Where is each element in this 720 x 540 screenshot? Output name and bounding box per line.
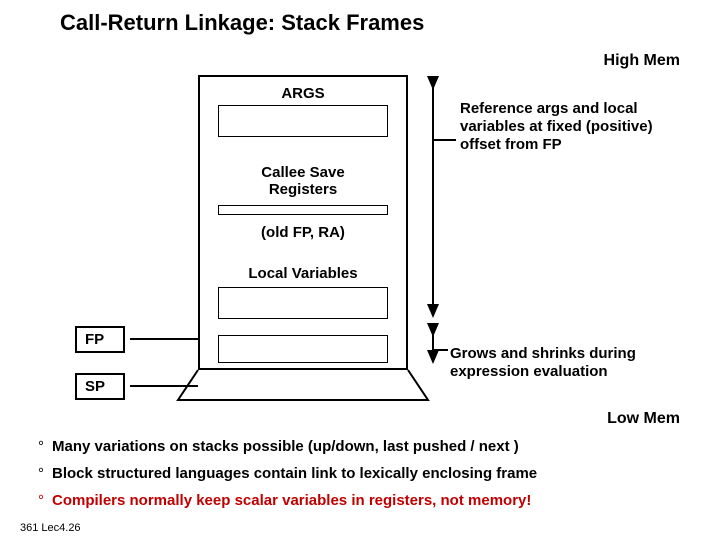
note-grows: Grows and shrinks during expression eval… xyxy=(450,345,690,381)
bullet-2: °Block structured languages contain link… xyxy=(38,465,690,482)
page-title: Call-Return Linkage: Stack Frames xyxy=(60,10,424,36)
fp-pointer-line xyxy=(130,338,198,340)
low-mem-label: Low Mem xyxy=(607,410,680,428)
args-label: ARGS xyxy=(200,85,406,102)
high-mem-label: High Mem xyxy=(604,52,680,70)
slide-footer: 361 Lec4.26 xyxy=(20,522,81,534)
callee-save-label: Callee Save Registers xyxy=(200,164,406,199)
local-vars-box xyxy=(218,287,388,319)
local-vars-label: Local Variables xyxy=(200,265,406,282)
bullet-list: °Many variations on stacks possible (up/… xyxy=(38,438,690,519)
old-fp-ra-label: (old FP, RA) xyxy=(200,224,406,241)
sp-pointer-line xyxy=(130,385,198,387)
fp-pointer-box: FP xyxy=(75,326,125,353)
sp-pointer-box: SP xyxy=(75,373,125,400)
bullet-1: °Many variations on stacks possible (up/… xyxy=(38,438,690,455)
callee-save-box xyxy=(218,205,388,215)
expr-box xyxy=(218,335,388,363)
bullet-3: °Compilers normally keep scalar variable… xyxy=(38,492,690,509)
note-reference: Reference args and local variables at fi… xyxy=(460,100,670,154)
args-box xyxy=(218,105,388,137)
stack-frame-box: ARGS Callee Save Registers (old FP, RA) … xyxy=(198,75,408,370)
